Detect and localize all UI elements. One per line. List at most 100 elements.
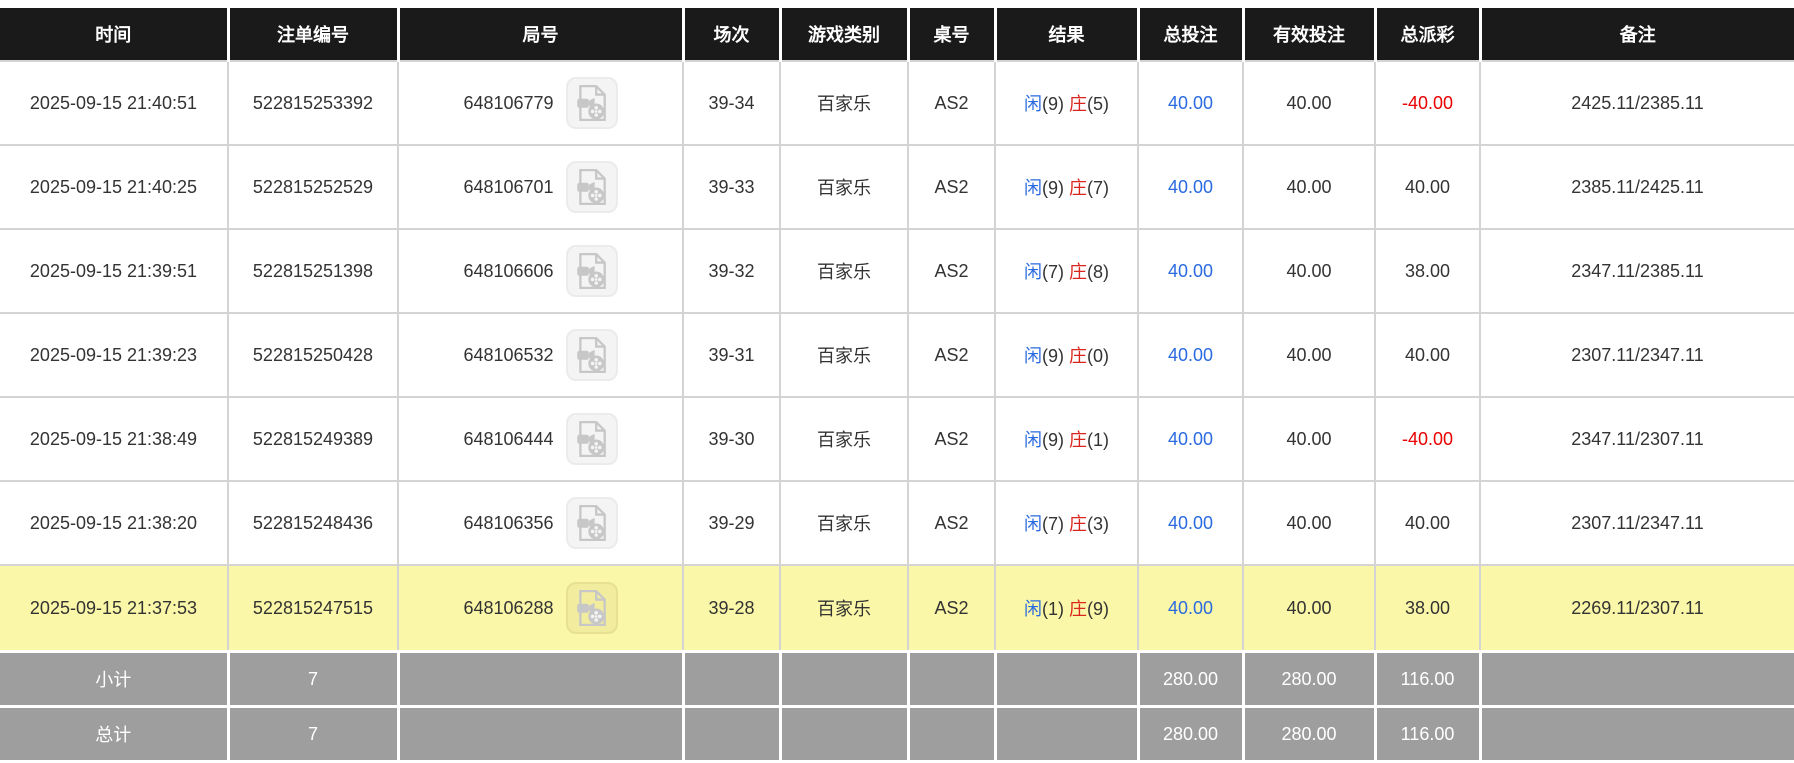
video-replay-button[interactable]: [565, 77, 618, 129]
cell-valid-bet: 40.00: [1242, 60, 1376, 146]
cell-round-no: 648106532: [397, 312, 684, 398]
cell-total-payout: -40.00: [1374, 396, 1481, 482]
cell-time: 2025-09-15 21:39:23: [0, 312, 229, 398]
result-player-label: 闲: [1023, 599, 1042, 619]
cell-total-payout: 40.00: [1374, 480, 1481, 566]
header-table-no: 桌号: [908, 8, 997, 62]
result-player-label: 闲: [1023, 94, 1042, 114]
cell-total-payout: -40.00: [1374, 60, 1481, 146]
cell-session: 39-28: [682, 564, 781, 653]
subtotal-total-bet: 280.00: [1136, 650, 1245, 708]
header-bet-id: 注单编号: [228, 8, 400, 62]
cell-table-no: AS2: [907, 564, 996, 653]
subtotal-total-payout: 116.00: [1373, 650, 1482, 708]
result-banker-label: 庄: [1069, 514, 1087, 534]
cell-result: 闲(9) 庄(0): [994, 312, 1139, 398]
cell-valid-bet: 40.00: [1242, 564, 1376, 653]
cell-game-type: 百家乐: [779, 228, 909, 314]
cell-session: 39-29: [682, 480, 781, 566]
result-banker-label: 庄: [1069, 178, 1087, 198]
grand-total-label: 总计: [0, 705, 230, 763]
cell-game-type: 百家乐: [779, 480, 909, 566]
cell-valid-bet: 40.00: [1242, 312, 1376, 398]
cell-bet-id: 522815250428: [227, 312, 399, 398]
round-number: 648106288: [463, 597, 554, 618]
table-row[interactable]: 2025-09-15 21:37:53 522815247515 6481062…: [0, 564, 1794, 653]
cell-table-no: AS2: [907, 144, 996, 230]
header-valid-bet: 有效投注: [1243, 8, 1377, 62]
cell-bet-id: 522815251398: [227, 228, 399, 314]
video-replay-button[interactable]: [565, 582, 618, 634]
cell-total-bet: 40.00: [1137, 144, 1244, 230]
cell-valid-bet: 40.00: [1242, 144, 1376, 230]
result-banker-value: (1): [1087, 430, 1109, 450]
cell-time: 2025-09-15 21:40:25: [0, 144, 229, 230]
table-row[interactable]: 2025-09-15 21:39:51 522815251398 6481066…: [0, 228, 1794, 314]
result-player-value: (7): [1041, 514, 1064, 534]
cell-remark: 2307.11/2347.11: [1479, 312, 1794, 398]
video-replay-button[interactable]: [565, 497, 618, 549]
grand-total-total-bet: 280.00: [1136, 705, 1245, 763]
cell-total-bet: 40.00: [1137, 396, 1244, 482]
result-banker-value: (9): [1087, 599, 1109, 619]
cell-game-type: 百家乐: [779, 396, 909, 482]
result-banker-value: (5): [1087, 94, 1109, 114]
result-banker-label: 庄: [1069, 94, 1087, 114]
result-player-value: (7): [1041, 262, 1064, 282]
cell-total-bet: 40.00: [1137, 312, 1244, 398]
table-row[interactable]: 2025-09-15 21:39:23 522815250428 6481065…: [0, 312, 1794, 398]
video-file-icon: [575, 84, 609, 122]
cell-bet-id: 522815247515: [227, 564, 399, 653]
cell-total-payout: 38.00: [1374, 564, 1481, 653]
cell-time: 2025-09-15 21:40:51: [0, 60, 229, 146]
table-row[interactable]: 2025-09-15 21:40:51 522815253392 6481067…: [0, 60, 1794, 146]
cell-table-no: AS2: [907, 228, 996, 314]
result-banker-value: (0): [1087, 346, 1109, 366]
cell-valid-bet: 40.00: [1242, 396, 1376, 482]
result-banker-label: 庄: [1069, 262, 1087, 282]
cell-round-no: 648106701: [397, 144, 684, 230]
cell-total-payout: 40.00: [1374, 144, 1481, 230]
table-header-row: 时间 注单编号 局号 场次 游戏类别 桌号 结果 总投注 有效投注 总派彩 备注: [0, 8, 1794, 62]
cell-result: 闲(7) 庄(8): [994, 228, 1139, 314]
cell-remark: 2269.11/2307.11: [1479, 564, 1794, 653]
header-game-type: 游戏类别: [780, 8, 910, 62]
cell-round-no: 648106288: [397, 564, 684, 653]
result-player-label: 闲: [1023, 346, 1042, 366]
table-row[interactable]: 2025-09-15 21:40:25 522815252529 6481067…: [0, 144, 1794, 230]
table-row[interactable]: 2025-09-15 21:38:49 522815249389 6481064…: [0, 396, 1794, 482]
cell-round-no: 648106356: [397, 480, 684, 566]
table-row[interactable]: 2025-09-15 21:38:20 522815248436 6481063…: [0, 480, 1794, 566]
cell-total-payout: 40.00: [1374, 312, 1481, 398]
round-number: 648106606: [463, 260, 554, 281]
round-number: 648106444: [463, 428, 554, 449]
result-player-label: 闲: [1023, 514, 1042, 534]
result-banker-label: 庄: [1069, 599, 1087, 619]
video-file-icon: [575, 420, 609, 458]
video-replay-button[interactable]: [565, 413, 618, 465]
grand-total-valid-bet: 280.00: [1241, 705, 1377, 763]
cell-time: 2025-09-15 21:38:20: [0, 480, 229, 566]
cell-table-no: AS2: [907, 60, 996, 146]
video-replay-button[interactable]: [565, 329, 618, 381]
header-result: 结果: [995, 8, 1140, 62]
cell-valid-bet: 40.00: [1242, 480, 1376, 566]
video-replay-button[interactable]: [565, 245, 618, 297]
cell-remark: 2347.11/2307.11: [1479, 396, 1794, 482]
result-player-value: (9): [1041, 430, 1064, 450]
header-total-payout: 总派彩: [1375, 8, 1482, 62]
result-player-label: 闲: [1023, 178, 1042, 198]
video-replay-button[interactable]: [565, 161, 618, 213]
cell-result: 闲(7) 庄(3): [994, 480, 1139, 566]
cell-round-no: 648106606: [397, 228, 684, 314]
result-player-value: (9): [1041, 94, 1064, 114]
cell-game-type: 百家乐: [779, 312, 909, 398]
video-file-icon: [575, 168, 609, 206]
header-total-bet: 总投注: [1138, 8, 1245, 62]
cell-total-bet: 40.00: [1137, 564, 1244, 653]
result-player-value: (1): [1041, 599, 1064, 619]
video-file-icon: [575, 504, 609, 542]
cell-result: 闲(9) 庄(7): [994, 144, 1139, 230]
cell-session: 39-30: [682, 396, 781, 482]
cell-table-no: AS2: [907, 480, 996, 566]
